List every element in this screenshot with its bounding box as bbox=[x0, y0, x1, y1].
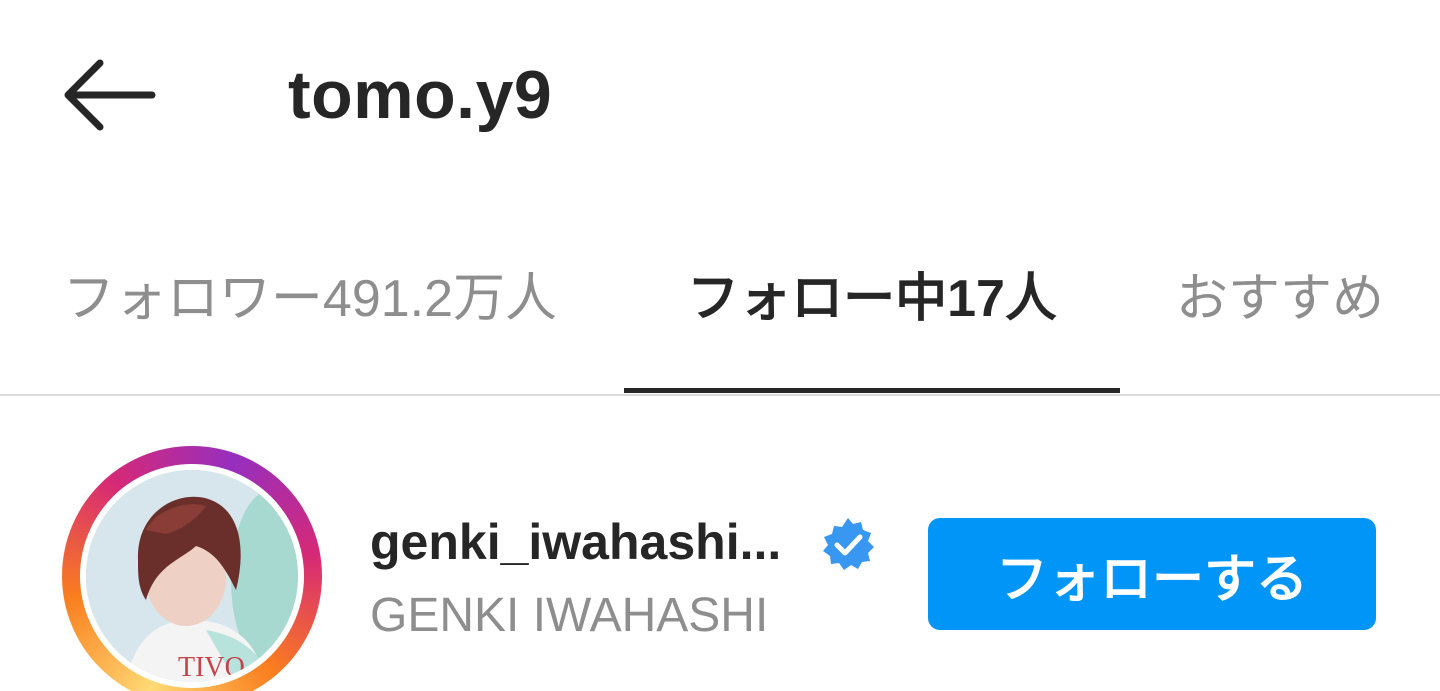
svg-text:TIVO: TIVO bbox=[178, 652, 245, 682]
full-name: GENKI IWAHASHI bbox=[370, 589, 769, 642]
follow-button[interactable]: フォローする bbox=[928, 518, 1376, 630]
avatar-photo: TIVO bbox=[86, 470, 298, 682]
tab-bar: フォロワー491.2万人 フォロー中17人 おすすめ bbox=[0, 240, 1440, 396]
tab-followers[interactable]: フォロワー491.2万人 bbox=[40, 240, 580, 394]
tab-suggested[interactable]: おすすめ bbox=[1160, 240, 1400, 394]
verified-badge-icon bbox=[823, 518, 874, 570]
story-ring[interactable]: TIVO bbox=[62, 446, 322, 691]
tab-following-label: フォロー中17人 bbox=[687, 270, 1057, 328]
tab-following[interactable]: フォロー中17人 bbox=[624, 240, 1120, 394]
arrow-left-icon bbox=[64, 59, 156, 131]
active-tab-indicator bbox=[624, 388, 1120, 393]
page-title: tomo.y9 bbox=[288, 57, 553, 133]
avatar: TIVO bbox=[80, 464, 304, 688]
top-app-bar: tomo.y9 bbox=[0, 0, 1440, 190]
back-button[interactable] bbox=[60, 55, 160, 135]
following-list-screen: tomo.y9 フォロワー491.2万人 フォロー中17人 おすすめ TIVO … bbox=[0, 0, 1440, 691]
username[interactable]: genki_iwahashi... bbox=[370, 510, 781, 574]
tab-followers-label: フォロワー491.2万人 bbox=[62, 270, 558, 328]
list-item[interactable]: TIVO genki_iwahashi... GENKI IWAHASHI フォ… bbox=[0, 420, 1440, 691]
tab-suggested-label: おすすめ bbox=[1175, 270, 1384, 328]
